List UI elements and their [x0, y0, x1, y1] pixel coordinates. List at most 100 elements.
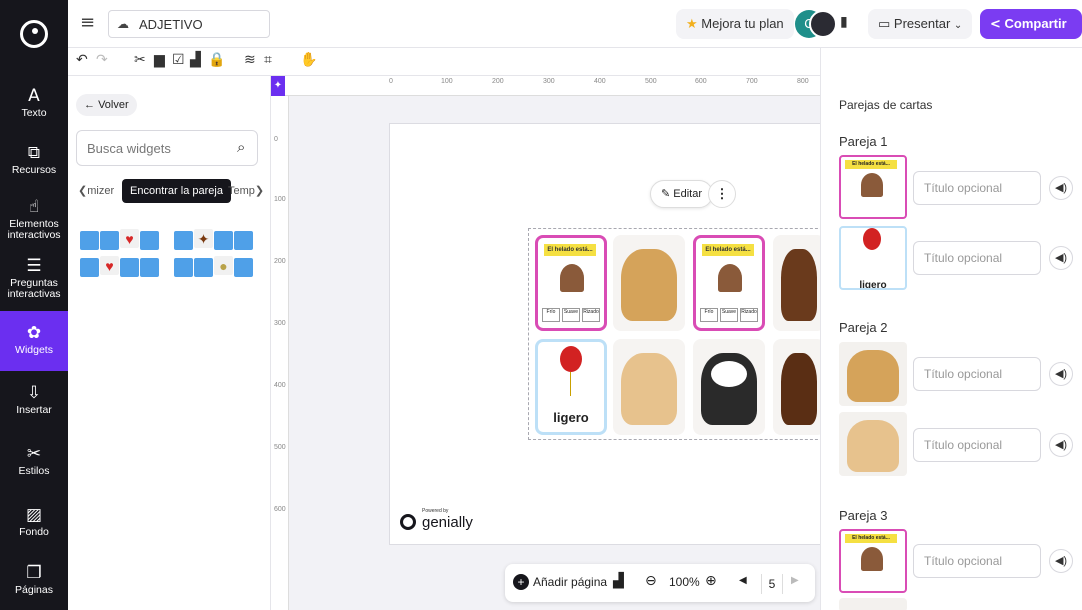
title-input[interactable]: Título opcional	[913, 171, 1041, 205]
search-icon[interactable]: ⌕	[237, 138, 245, 156]
card-golden-dog[interactable]	[613, 235, 685, 331]
layers-icon[interactable]: ≋	[244, 52, 256, 68]
speaker-icon[interactable]: ◀)	[1049, 433, 1073, 457]
copy-icon[interactable]: ▆	[154, 52, 165, 68]
plus-circle-icon[interactable]: +	[513, 574, 529, 590]
card-option: Rizado	[582, 308, 600, 322]
pair-1-card-a[interactable]: El helado está...	[839, 155, 907, 219]
speaker-icon[interactable]: ◀)	[1049, 246, 1073, 270]
card-title: El helado está...	[845, 534, 897, 543]
rail-item-label: Recursos	[11, 164, 57, 176]
strawberry-icon: ♥	[100, 256, 119, 275]
pair-3-card-a[interactable]: El helado está...	[839, 529, 907, 593]
questions-icon: ☰	[26, 256, 42, 276]
rail-item-fondo[interactable]: ▨ Fondo	[0, 505, 68, 538]
card-option: Suave	[720, 308, 738, 322]
pair-2-card-b[interactable]	[839, 412, 907, 476]
rail-item-elementos-interactivos[interactable]: ☝ Elementos interactivos	[0, 197, 68, 241]
collaborator-avatar[interactable]	[809, 10, 837, 38]
rail-item-texto[interactable]: A Texto	[0, 86, 68, 119]
bottom-bar: + Añadir página ▟ ⊖ 100% ⊕ ◀ 5 ▶	[505, 564, 815, 602]
zoom-in-icon[interactable]: ⊕	[705, 573, 717, 589]
edit-label: Editar	[673, 188, 703, 200]
card-back-tile	[100, 231, 119, 250]
prev-page-icon[interactable]: ◀	[739, 575, 747, 586]
ruler-tick: 300	[274, 320, 286, 327]
redo-icon[interactable]: ↷	[96, 52, 108, 68]
balloon-image	[863, 228, 881, 250]
card-ice-cream[interactable]: El helado está... Frío Suave Rizado	[535, 235, 607, 331]
menu-icon[interactable]: ≡	[80, 12, 95, 33]
horizontal-ruler: 0 100 200 300 400 500 600 700 800	[271, 76, 820, 96]
styles-icon: ✂	[26, 444, 42, 464]
resources-icon: ⧉	[27, 143, 41, 163]
share-label: Compartir	[1004, 16, 1067, 31]
rail-item-widgets[interactable]: ✿ Widgets	[0, 311, 68, 371]
chip-next[interactable]: Temp❯	[228, 184, 264, 197]
doc-title-field[interactable]: ☁ ADJETIVO	[108, 10, 270, 38]
search-input[interactable]: Busca widgets	[87, 141, 171, 156]
page-number[interactable]: 5	[761, 574, 783, 594]
pair-3-card-b[interactable]	[839, 598, 907, 610]
cut-icon[interactable]: ✂	[134, 52, 146, 68]
ruler-tick: 400	[594, 78, 606, 85]
speaker-icon[interactable]: ◀)	[1049, 549, 1073, 573]
match-pairs-widget-preview[interactable]: ♥ ✦ ♥ ●	[78, 229, 258, 284]
card-back-tile	[234, 231, 253, 250]
trash-icon[interactable]: ▟	[613, 573, 624, 589]
puzzle-icon: ✿	[26, 323, 42, 343]
card-puppy[interactable]	[613, 339, 685, 435]
hand-icon[interactable]: ✋	[300, 52, 317, 68]
genially-logo-icon[interactable]	[20, 20, 48, 48]
trash-icon[interactable]: ▟	[190, 52, 201, 68]
pair-2-card-a[interactable]	[839, 342, 907, 406]
rail-item-recursos[interactable]: ⧉ Recursos	[0, 143, 68, 176]
title-input[interactable]: Título opcional	[913, 428, 1041, 462]
widget-search[interactable]: Busca widgets ⌕	[76, 130, 258, 166]
card-horse[interactable]	[773, 235, 820, 331]
rail-item-insertar[interactable]: ⇩ Insertar	[0, 383, 68, 416]
chip-prev[interactable]: ❮mizer	[78, 184, 114, 197]
match-pairs-widget[interactable]: El helado está... Frío Suave Rizado El h…	[528, 228, 820, 440]
chip-encontrar-la-pareja[interactable]: Encontrar la pareja	[122, 179, 231, 203]
present-label: Presentar	[893, 16, 951, 31]
panda-image	[701, 353, 757, 425]
align-icon[interactable]: ⌗	[264, 52, 272, 68]
paste-icon[interactable]: ☑	[172, 52, 185, 68]
edit-button[interactable]: ✎ Editar	[650, 180, 714, 208]
golden-dog-image	[621, 249, 677, 321]
back-button[interactable]: ← Volver	[76, 94, 137, 116]
rail-item-paginas[interactable]: ❐ Páginas	[0, 563, 68, 596]
next-page-icon[interactable]: ▶	[791, 575, 799, 586]
card-ice-cream[interactable]: El helado está... Frío Suave Rizado	[693, 235, 765, 331]
pair-title: Pareja 2	[839, 320, 888, 335]
more-options-icon[interactable]: ⋮	[708, 180, 736, 208]
share-button[interactable]: < Compartir ⌄	[980, 9, 1082, 62]
card-back-tile	[214, 231, 233, 250]
puppy-image	[621, 353, 677, 425]
slide[interactable]: ✎ Editar ⋮ El helado está... Frío Suave …	[389, 123, 820, 545]
stats-icon[interactable]: ▮	[840, 14, 848, 30]
pin-icon[interactable]: ✦	[271, 76, 285, 96]
brand-label: genially	[422, 514, 473, 531]
speaker-icon[interactable]: ◀)	[1049, 176, 1073, 200]
card-balloon[interactable]: ligero	[535, 339, 607, 435]
title-input[interactable]: Título opcional	[913, 241, 1041, 275]
title-input[interactable]: Título opcional	[913, 544, 1041, 578]
rail-item-estilos[interactable]: ✂ Estilos	[0, 444, 68, 477]
lock-icon[interactable]: 🔒	[208, 52, 225, 68]
pair-1-card-b[interactable]: ligero	[839, 226, 907, 290]
card-foal[interactable]	[773, 339, 820, 435]
undo-icon[interactable]: ↶	[76, 52, 88, 68]
add-page-button[interactable]: Añadir página	[533, 575, 607, 589]
background-icon: ▨	[25, 505, 43, 525]
share-icon: <	[990, 17, 1001, 32]
zoom-out-icon[interactable]: ⊖	[645, 573, 657, 589]
card-panda[interactable]	[693, 339, 765, 435]
rail-item-preguntas-interactivas[interactable]: ☰ Preguntas interactivas	[0, 256, 68, 300]
card-back-tile	[80, 258, 99, 277]
speaker-icon[interactable]: ◀)	[1049, 362, 1073, 386]
present-button[interactable]: ▭ Presentar ⌄	[868, 9, 973, 39]
title-input[interactable]: Título opcional	[913, 357, 1041, 391]
upgrade-button[interactable]: ★ Mejora tu plan	[676, 9, 794, 39]
